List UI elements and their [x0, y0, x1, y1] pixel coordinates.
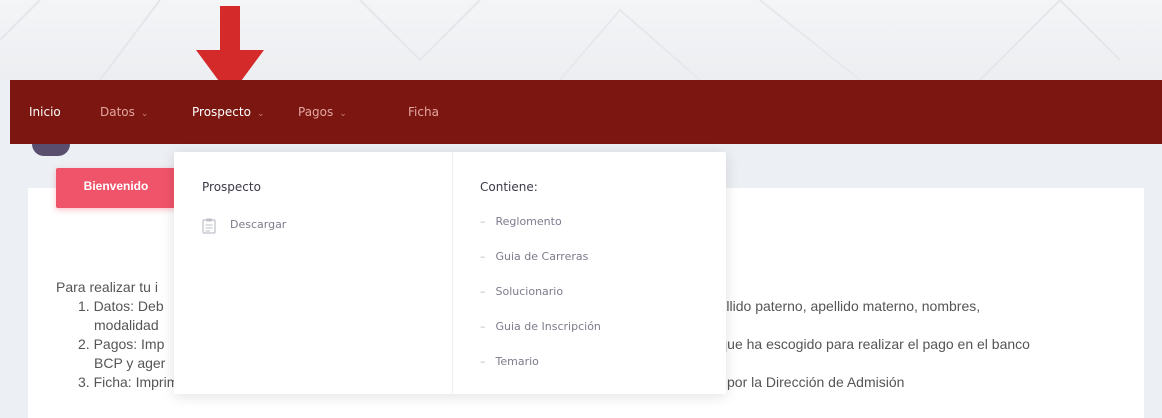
- background-pattern: [0, 0, 1121, 80]
- step-2-start: 2. Pagos: Imp: [78, 336, 165, 352]
- clipboard-icon: [202, 218, 216, 234]
- nav-ficha[interactable]: Ficha: [408, 80, 439, 144]
- link-guia-carreras[interactable]: – Guia de Carreras: [480, 250, 588, 263]
- link-solucionario[interactable]: – Solucionario: [480, 285, 563, 298]
- nav-prospecto-label: Prospecto: [192, 105, 251, 119]
- nav-prospecto[interactable]: Prospecto ⌄: [192, 80, 264, 144]
- dash-icon: –: [480, 250, 486, 263]
- link-temario[interactable]: – Temario: [480, 355, 539, 368]
- link-solucionario-label: Solucionario: [495, 285, 564, 298]
- step-2-end: que ha escogido para realizar el pago en…: [719, 336, 1030, 352]
- nav-datos-label: Datos: [100, 105, 135, 119]
- dropdown-divider: [452, 152, 453, 394]
- main-navbar: Inicio Datos ⌄ Prospecto ⌄ Pagos ⌄ Ficha: [10, 80, 1162, 144]
- link-reglamento[interactable]: – Reglomento: [480, 215, 562, 228]
- link-reglamento-label: Reglomento: [495, 215, 562, 228]
- prospecto-dropdown-menu: Prospecto Descargar Contiene: – Regloment…: [174, 152, 726, 394]
- dropdown-right-heading: Contiene:: [480, 180, 538, 194]
- dash-icon: –: [480, 215, 486, 228]
- link-guia-inscripcion-label: Guia de Inscripción: [495, 320, 601, 333]
- nav-pagos[interactable]: Pagos ⌄: [298, 80, 347, 144]
- dropdown-left-heading: Prospecto: [202, 180, 261, 194]
- link-guia-inscripcion[interactable]: – Guia de Inscripción: [480, 320, 601, 333]
- page-background: [0, 0, 1162, 80]
- nav-inicio[interactable]: Inicio: [29, 80, 61, 144]
- link-temario-label: Temario: [495, 355, 539, 368]
- nav-inicio-label: Inicio: [29, 105, 61, 119]
- download-link[interactable]: Descargar: [230, 218, 286, 231]
- step-1-start: 1. Datos: Deb: [78, 298, 164, 314]
- chevron-down-icon: ⌄: [140, 109, 149, 119]
- step-1-end: ás Apellido paterno, apellido materno, n…: [683, 298, 981, 314]
- dash-icon: –: [480, 355, 486, 368]
- dash-icon: –: [480, 320, 486, 333]
- step-1-cont-start: modalidad: [94, 317, 159, 333]
- link-guia-carreras-label: Guia de Carreras: [495, 250, 589, 263]
- step-2-cont-start: BCP y ager: [94, 355, 166, 371]
- nav-datos[interactable]: Datos ⌄: [100, 80, 148, 144]
- tab-notch: [32, 144, 70, 156]
- chevron-down-icon: ⌄: [256, 109, 265, 119]
- welcome-button[interactable]: Bienvenido: [56, 168, 176, 208]
- chevron-down-icon: ⌄: [339, 109, 347, 119]
- dash-icon: –: [480, 285, 486, 298]
- nav-pagos-label: Pagos: [298, 105, 334, 119]
- nav-ficha-label: Ficha: [408, 105, 439, 119]
